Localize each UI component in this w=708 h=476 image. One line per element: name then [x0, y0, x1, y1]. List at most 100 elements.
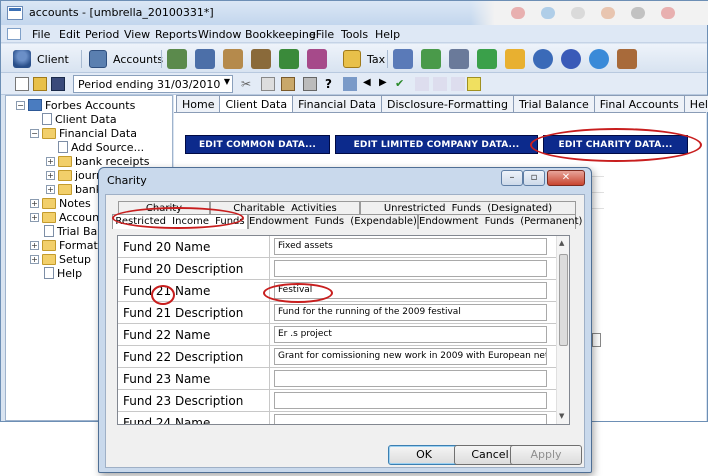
menu-efile[interactable]: eFile	[309, 28, 334, 41]
menu-app-icon[interactable]	[7, 28, 21, 40]
ok-button[interactable]: OK	[388, 445, 460, 465]
checklist-icon[interactable]	[421, 49, 441, 69]
folder-open-icon[interactable]	[505, 49, 525, 69]
tree-item-bank[interactable]: + bank	[46, 182, 102, 196]
note-icon[interactable]	[467, 77, 481, 91]
tax-button[interactable]: Tax	[343, 49, 385, 69]
menu-file[interactable]: File	[32, 28, 50, 41]
box-icon[interactable]	[251, 49, 271, 69]
edit-limited-company-data-button[interactable]: EDIT LIMITED COMPANY DATA...	[335, 135, 538, 154]
grid-row: Fund 20 Description	[118, 258, 558, 280]
maximize-icon[interactable]: ▫	[523, 170, 545, 186]
menu-edit[interactable]: Edit	[59, 28, 80, 41]
expand-icon[interactable]: +	[30, 212, 39, 222]
tree-item-journal[interactable]: + journ	[46, 168, 103, 182]
menu-tools[interactable]: Tools	[341, 28, 368, 41]
calc-icon[interactable]	[343, 77, 357, 91]
folder-icon[interactable]	[223, 49, 243, 69]
scroll-down-icon[interactable]: ▼	[559, 412, 564, 420]
tree-item-bank-receipts[interactable]: + bank receipts	[46, 154, 150, 168]
cut-icon[interactable]: ✂	[241, 77, 255, 91]
minimize-icon[interactable]: –	[501, 170, 523, 186]
menu-period[interactable]: Period	[85, 28, 119, 41]
fund-22-name-field[interactable]: Er .s project	[274, 326, 547, 343]
tab-endowment-funds-expendable[interactable]: Endowment Funds (Expendable)	[248, 214, 418, 229]
collapse-icon[interactable]: −	[30, 128, 39, 138]
scroll-up-icon[interactable]: ▲	[559, 239, 564, 247]
tree-item-setup[interactable]: + Setup	[30, 252, 91, 266]
tree-item-root[interactable]: − Forbes Accounts	[16, 98, 135, 112]
tab-final-accounts[interactable]: Final Accounts	[593, 95, 685, 112]
tree-item-accounting[interactable]: + Accounti	[30, 210, 106, 224]
close-icon[interactable]: ✕	[547, 170, 585, 186]
question-icon[interactable]: ?	[325, 77, 339, 91]
expand-icon[interactable]: +	[30, 198, 39, 208]
edit-icon[interactable]	[393, 49, 413, 69]
new-icon[interactable]	[15, 77, 29, 91]
menu-reports[interactable]: Reports	[155, 28, 197, 41]
fund-grid: Fund 20 Name Fixed assets Fund 20 Descri…	[117, 235, 570, 425]
refresh-icon[interactable]	[477, 49, 497, 69]
expand-icon[interactable]: +	[46, 184, 55, 194]
spellcheck-icon[interactable]: ✔	[395, 77, 409, 91]
tab-help[interactable]: Help	[683, 95, 708, 112]
paste-icon[interactable]	[281, 77, 295, 91]
expand-icon[interactable]: +	[30, 240, 39, 250]
save-icon[interactable]	[51, 77, 65, 91]
tab-client-data[interactable]: Client Data	[219, 95, 294, 113]
expand-icon[interactable]: +	[30, 254, 39, 264]
help-icon[interactable]	[561, 49, 581, 69]
export-icon[interactable]	[617, 49, 637, 69]
print-icon[interactable]	[303, 77, 317, 91]
grid-scrollbar[interactable]: ▲ ▼	[556, 236, 569, 424]
copy-icon[interactable]	[261, 77, 275, 91]
tree-item-help[interactable]: Help	[44, 266, 82, 280]
expand-icon[interactable]: +	[46, 156, 55, 166]
prev-arrow-icon[interactable]: ◀	[363, 77, 377, 91]
menu-view[interactable]: View	[124, 28, 150, 41]
table-icon[interactable]	[449, 49, 469, 69]
app-icon	[7, 6, 23, 20]
tab-financial-data[interactable]: Financial Data	[292, 95, 383, 112]
company-icon	[28, 99, 42, 111]
accounts-button[interactable]: Accounts	[89, 49, 163, 69]
menu-help[interactable]: Help	[375, 28, 400, 41]
ledger-icon[interactable]	[167, 49, 187, 69]
tree-item-client-data[interactable]: Client Data	[42, 112, 117, 126]
tab-home[interactable]: Home	[176, 95, 221, 112]
collapse-icon[interactable]: −	[16, 100, 25, 110]
folder-icon	[58, 155, 72, 167]
menu-window[interactable]: Window	[198, 28, 241, 41]
fund-20-name-field[interactable]: Fixed assets	[274, 238, 547, 255]
client-button[interactable]: Client	[13, 49, 69, 69]
tree-item-financial-data[interactable]: − Financial Data	[30, 126, 137, 140]
menu-bookkeeping[interactable]: Bookkeeping	[245, 28, 316, 41]
grid-icon[interactable]	[433, 77, 447, 91]
tab-trial-balance[interactable]: Trial Balance	[512, 95, 595, 112]
fund-23-name-field[interactable]	[274, 370, 547, 387]
apply-button[interactable]: Apply	[510, 445, 582, 465]
internet-icon[interactable]	[589, 49, 609, 69]
fund-23-description-field[interactable]	[274, 392, 547, 409]
tab-endowment-funds-permanent[interactable]: Endowment Funds (Permanent)	[418, 214, 582, 229]
grid-icon[interactable]	[415, 77, 429, 91]
tab-disclosure-formatting[interactable]: Disclosure-Formatting	[381, 95, 514, 112]
open-icon[interactable]	[33, 77, 47, 91]
tools-icon[interactable]	[307, 49, 327, 69]
fund-24-name-field[interactable]	[274, 414, 547, 424]
tree-item-add-source[interactable]: Add Source...	[58, 140, 144, 154]
globe-icon[interactable]	[533, 49, 553, 69]
money-icon[interactable]	[279, 49, 299, 69]
grid-icon[interactable]	[451, 77, 465, 91]
fund-22-description-field[interactable]: Grant for comissioning new work in 2009 …	[274, 348, 547, 365]
edit-common-data-button[interactable]: EDIT COMMON DATA...	[185, 135, 330, 154]
next-arrow-icon[interactable]: ▶	[379, 77, 393, 91]
period-select[interactable]: Period ending 31/03/2010 ▼	[73, 75, 233, 93]
expand-icon[interactable]: +	[46, 170, 55, 180]
fund-21-description-field[interactable]: Fund for the running of the 2009 festiva…	[274, 304, 547, 321]
accounts-label: Accounts	[113, 52, 164, 66]
scroll-thumb[interactable]	[559, 254, 568, 346]
fund-20-description-field[interactable]	[274, 260, 547, 277]
tree-item-notes[interactable]: + Notes	[30, 196, 91, 210]
report-icon[interactable]	[195, 49, 215, 69]
